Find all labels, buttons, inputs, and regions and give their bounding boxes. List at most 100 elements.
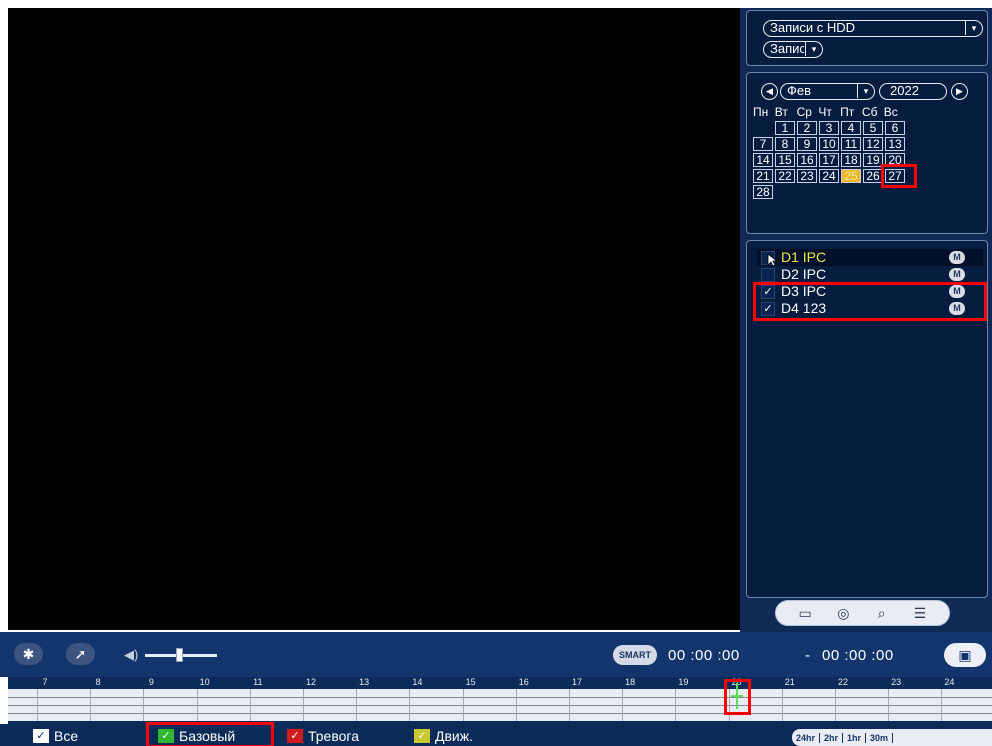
calendar-day[interactable]: 16 — [797, 153, 817, 167]
channel-label: D3 IPC — [781, 283, 827, 299]
main-stream-icon[interactable]: M — [949, 302, 965, 315]
timeline-hour-label: 17 — [571, 677, 583, 687]
calendar-day[interactable]: 17 — [819, 153, 839, 167]
vehicle-detect-icon[interactable]: ➚ — [66, 643, 95, 665]
motion-record-swatch-icon[interactable]: ✓ — [414, 729, 430, 743]
calendar-day[interactable]: 21 — [753, 169, 773, 183]
calendar-day[interactable]: 4 — [841, 121, 861, 135]
save-clip-button[interactable]: ▣ — [944, 643, 986, 667]
calendar-day[interactable]: 8 — [775, 137, 795, 151]
calendar-day[interactable]: 24 — [819, 169, 839, 183]
weekday-label: Сб — [861, 105, 878, 119]
timeline-hour-gridline — [356, 689, 358, 721]
month-value: Фев — [787, 84, 812, 98]
channel-checkbox-checked[interactable]: ✓ — [761, 285, 775, 299]
weekday-label: Вт — [774, 105, 788, 119]
calendar-day[interactable]: 7 — [753, 137, 773, 151]
weekday-label: Чт — [818, 105, 832, 119]
calendar-day[interactable]: 15 — [775, 153, 795, 167]
legend-all[interactable]: ✓ Все — [33, 728, 78, 744]
calendar-day[interactable]: 11 — [841, 137, 861, 151]
calendar-day[interactable]: 1 — [775, 121, 795, 135]
timeline-hour-label: 13 — [359, 677, 370, 687]
zoom-2hr-button[interactable]: 2hr — [820, 732, 844, 743]
timeline[interactable]: 7 8 9 10 11 12 13 14 15 16 17 18 19 20 21 22 23 24 — [8, 677, 992, 724]
video-list-icon[interactable]: ▭ — [791, 604, 819, 622]
zoom-24hr-button[interactable]: 24hr — [792, 732, 821, 743]
channel-row[interactable]: D2 IPC M — [757, 266, 983, 283]
timeline-hour-label: 24 — [944, 677, 955, 687]
calendar-day[interactable]: 12 — [863, 137, 883, 151]
calendar-day[interactable]: 22 — [775, 169, 795, 183]
zoom-1hr-button[interactable]: 1hr — [843, 732, 867, 743]
timeline-hour-label: 8 — [95, 677, 101, 687]
calendar-day[interactable]: 19 — [863, 153, 883, 167]
legend-motion[interactable]: ✓ Движ. — [414, 728, 473, 744]
calendar-day[interactable]: 20 — [885, 153, 905, 167]
timeline-hour-label: 19 — [678, 677, 689, 687]
prev-month-button[interactable]: ◀ — [761, 83, 778, 100]
main-stream-icon[interactable]: M — [949, 268, 965, 281]
legend-motion-label: Движ. — [435, 728, 473, 744]
calendar: ◀ Фев ▾ 2022 ▶ Пн Вт Ср Чт Пт Сб Вс 1 2 … — [746, 72, 988, 234]
panel-tab-bar: ▭ ◎ ⌕ ☰ — [775, 600, 950, 626]
timeline-track[interactable] — [8, 689, 992, 721]
calendar-day[interactable]: 6 — [885, 121, 905, 135]
timeline-hour-gridline — [675, 689, 677, 721]
video-playback-area[interactable] — [8, 8, 740, 630]
playback-side-panel: Записи с HDD ▾ Запис ▾ ◀ Фев ▾ 2022 ▶ Пн… — [740, 8, 992, 633]
volume-icon[interactable]: ◀) — [124, 647, 138, 663]
checkbox-checked-icon[interactable]: ✓ — [33, 729, 49, 743]
zoom-30m-button[interactable]: 30m — [866, 732, 894, 743]
channel-row[interactable]: ✓ D3 IPC M — [757, 283, 983, 300]
clip-end-time[interactable]: 00 :00 :00 — [822, 648, 894, 664]
file-list-icon[interactable]: ☰ — [906, 604, 934, 622]
year-field[interactable]: 2022 — [879, 83, 947, 100]
channel-checkbox-checked[interactable]: ✓ — [761, 302, 775, 316]
chevron-down-icon: ▾ — [805, 42, 822, 56]
calendar-day[interactable]: 13 — [885, 137, 905, 151]
main-stream-icon[interactable]: M — [949, 251, 965, 264]
main-stream-icon[interactable]: M — [949, 285, 965, 298]
weekday-label: Ср — [796, 105, 812, 119]
channel-checkbox[interactable] — [761, 268, 775, 282]
calendar-day-selected[interactable]: 25 — [841, 169, 861, 183]
timeline-hour-label: 16 — [518, 677, 529, 687]
calendar-day[interactable]: 10 — [819, 137, 839, 151]
calendar-day[interactable]: 5 — [863, 121, 883, 135]
weekday-label: Пт — [840, 105, 855, 119]
weekday-label: Пн — [753, 105, 769, 119]
sync-icon[interactable]: ◎ — [829, 604, 857, 622]
month-select[interactable]: Фев ▾ — [780, 83, 875, 100]
alarm-record-swatch-icon[interactable]: ✓ — [287, 729, 303, 743]
volume-slider-handle[interactable] — [176, 648, 183, 662]
time-separator: - — [805, 647, 811, 664]
calendar-day[interactable]: 18 — [841, 153, 861, 167]
calendar-day[interactable]: 23 — [797, 169, 817, 183]
legend-all-label: Все — [54, 728, 79, 744]
record-type-select[interactable]: Запис ▾ — [763, 41, 823, 58]
channel-row[interactable]: D1 IPC M — [757, 249, 983, 266]
calendar-day[interactable]: 14 — [753, 153, 773, 167]
timeline-hour-gridline — [37, 689, 38, 721]
timeline-hour-gridline — [781, 689, 783, 721]
clip-start-time[interactable]: 00 :00 :00 — [668, 648, 740, 664]
calendar-day[interactable]: 28 — [753, 185, 773, 199]
legend-alarm[interactable]: ✓ Тревога — [287, 728, 359, 744]
source-select[interactable]: Записи с HDD ▾ — [763, 20, 983, 37]
channel-row[interactable]: ✓ D4 123 M — [757, 300, 983, 317]
calendar-day[interactable]: 26 — [863, 169, 883, 183]
timeline-hour-label: 11 — [253, 677, 263, 687]
regular-record-swatch-icon[interactable]: ✓ — [158, 729, 174, 743]
calendar-day[interactable]: 2 — [797, 121, 817, 135]
playback-control-bar: ✱ ➚ ◀) SMART 00 :00 :00 - 00 :00 :00 ▣ — [0, 632, 992, 677]
smart-search-icon[interactable]: ⌕ — [868, 604, 896, 622]
calendar-day[interactable]: 9 — [797, 137, 817, 151]
chevron-down-icon: ▾ — [965, 21, 982, 35]
calendar-day[interactable]: 27 — [885, 169, 905, 183]
next-month-button[interactable]: ▶ — [951, 83, 968, 100]
human-detect-icon[interactable]: ✱ — [14, 643, 43, 665]
legend-regular[interactable]: ✓ Базовый — [158, 728, 235, 744]
calendar-day[interactable]: 3 — [819, 121, 839, 135]
smart-search-button[interactable]: SMART — [613, 645, 657, 665]
